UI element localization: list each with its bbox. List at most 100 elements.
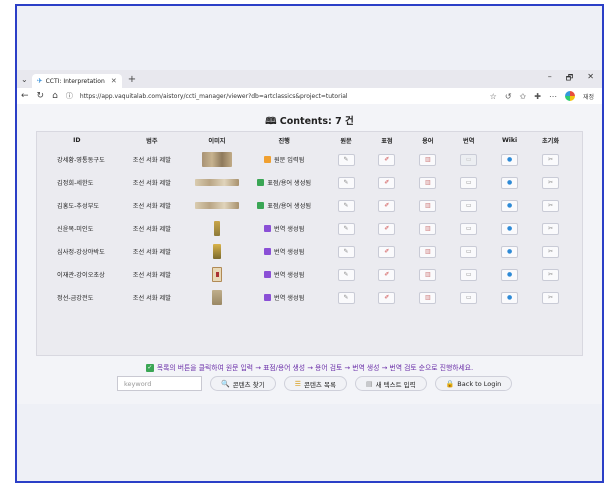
original-cell: ✎	[326, 171, 367, 194]
wiki-globe-button[interactable]: ●	[501, 176, 519, 189]
address-bar[interactable]: https://app.vaquitalab.com/aistory/ccti_…	[80, 93, 348, 100]
wiki-globe-button[interactable]: ●	[501, 268, 519, 281]
original-text-button[interactable]: ✎	[337, 153, 355, 166]
reload-icon[interactable]: ↻	[33, 91, 49, 101]
reset-scissors-button[interactable]: ✂	[542, 176, 560, 189]
translation-button[interactable]: ▭	[460, 268, 478, 281]
wiki-cell: ●	[489, 263, 530, 286]
contents-list-label: 콘텐츠 목록	[303, 380, 336, 389]
magnifier-icon: 🔍	[221, 379, 230, 388]
extensions-icon[interactable]: ✚	[534, 92, 541, 101]
terms-cell: ▥	[407, 148, 448, 171]
punctuation-button[interactable]: ✐	[378, 153, 396, 166]
punctuation-button[interactable]: ✐	[378, 222, 396, 235]
wiki-globe-button[interactable]: ●	[501, 199, 519, 212]
wiki-globe-button[interactable]: ●	[501, 291, 519, 304]
row-category: 조선 서화 제발	[132, 226, 171, 233]
book-icon: 🕮	[265, 116, 277, 127]
profile-avatar-icon[interactable]	[564, 91, 575, 101]
terms-button[interactable]: ▥	[419, 245, 437, 258]
wiki-cell: ●	[489, 171, 530, 194]
favorites-list-icon[interactable]: ✩	[520, 92, 527, 101]
translation-cell: ▭	[448, 286, 489, 309]
table-row: 김홍도-추성부도 조선 서화 제발 표점/용어 생성됨 ✎ ✐ ▥ ▭ ● ✂	[41, 194, 571, 217]
tab-list-chevron-icon[interactable]: ⌄	[17, 75, 32, 84]
row-stage-cell: 번역 생성됨	[243, 240, 326, 263]
favorite-star-icon[interactable]: ☆	[490, 92, 497, 101]
original-cell: ✎	[326, 148, 367, 171]
close-window-icon[interactable]: ✕	[587, 72, 594, 86]
artwork-thumbnail[interactable]	[211, 267, 222, 282]
new-text-button[interactable]: ▤ 새 텍스트 입력	[354, 376, 427, 391]
refresh-sync-icon[interactable]: ↺	[505, 92, 512, 101]
artwork-thumbnail[interactable]	[213, 221, 220, 236]
translation-button[interactable]: ▭	[460, 199, 478, 212]
restore-icon[interactable]: 🗗	[566, 72, 574, 86]
reset-scissors-button[interactable]: ✂	[542, 153, 560, 166]
reset-cell: ✂	[530, 286, 571, 309]
translation-button[interactable]: ▭	[460, 176, 478, 189]
terms-button[interactable]: ▥	[419, 268, 437, 281]
translation-button[interactable]: ▭	[460, 153, 478, 166]
artwork-thumbnail[interactable]	[211, 290, 222, 305]
reset-scissors-button[interactable]: ✂	[542, 291, 560, 304]
artwork-thumbnail[interactable]	[212, 244, 221, 259]
keyword-search-input[interactable]	[117, 376, 202, 391]
back-arrow-icon[interactable]: ←	[17, 91, 33, 101]
original-text-button[interactable]: ✎	[337, 176, 355, 189]
punctuation-button[interactable]: ✐	[378, 176, 396, 189]
translation-button[interactable]: ▭	[460, 245, 478, 258]
row-category: 조선 서화 제발	[132, 249, 171, 256]
terms-button[interactable]: ▥	[419, 222, 437, 235]
reset-scissors-button[interactable]: ✂	[542, 222, 560, 235]
terms-button[interactable]: ▥	[419, 176, 437, 189]
wiki-globe-button[interactable]: ●	[501, 245, 519, 258]
table-row: 이재관-강이오초상 조선 서화 제발 번역 생성됨 ✎ ✐ ▥ ▭ ● ✂	[41, 263, 571, 286]
col-header-id: ID	[73, 137, 81, 144]
punctuation-button[interactable]: ✐	[378, 291, 396, 304]
translation-button[interactable]: ▭	[460, 222, 478, 235]
find-contents-button[interactable]: 🔍 콘텐츠 찾기	[210, 376, 276, 391]
new-tab-plus-icon[interactable]: +	[128, 74, 136, 85]
terms-button[interactable]: ▥	[419, 291, 437, 304]
home-icon[interactable]: ⌂	[48, 91, 62, 101]
site-info-icon[interactable]: ⓘ	[62, 91, 77, 101]
original-cell: ✎	[326, 263, 367, 286]
reset-scissors-button[interactable]: ✂	[542, 245, 560, 258]
artwork-thumbnail[interactable]	[201, 152, 232, 167]
artwork-thumbnail[interactable]	[194, 178, 239, 186]
row-category: 조선 서화 제발	[132, 272, 171, 279]
contents-list-button[interactable]: ☰ 콘텐츠 목록	[283, 376, 347, 391]
row-image-cell	[191, 263, 243, 286]
reset-scissors-button[interactable]: ✂	[542, 199, 560, 212]
reset-scissors-button[interactable]: ✂	[542, 268, 560, 281]
wiki-globe-button[interactable]: ●	[501, 153, 519, 166]
terms-button[interactable]: ▥	[419, 199, 437, 212]
more-menu-icon[interactable]: ⋯	[549, 92, 557, 101]
translation-button[interactable]: ▭	[460, 291, 478, 304]
stage-color-swatch	[263, 247, 271, 255]
stage-color-swatch	[263, 155, 271, 163]
punctuation-button[interactable]: ✐	[378, 245, 396, 258]
original-text-button[interactable]: ✎	[337, 199, 355, 212]
terms-cell: ▥	[407, 240, 448, 263]
punctuation-button[interactable]: ✐	[378, 268, 396, 281]
browser-tab[interactable]: ✈ CCTI: Interpretation Manager ✕	[31, 74, 122, 88]
terms-button[interactable]: ▥	[419, 153, 437, 166]
original-text-button[interactable]: ✎	[337, 291, 355, 304]
wiki-globe-button[interactable]: ●	[501, 222, 519, 235]
new-text-label: 새 텍스트 입력	[375, 380, 416, 389]
artwork-thumbnail[interactable]	[194, 201, 239, 209]
original-cell: ✎	[326, 194, 367, 217]
translation-cell: ▭	[448, 240, 489, 263]
back-to-login-button[interactable]: 🔒 Back to Login	[434, 376, 513, 391]
original-text-button[interactable]: ✎	[337, 245, 355, 258]
find-contents-label: 콘텐츠 찾기	[232, 380, 265, 389]
original-text-button[interactable]: ✎	[337, 222, 355, 235]
punctuation-button[interactable]: ✐	[378, 199, 396, 212]
tab-close-icon[interactable]: ✕	[111, 77, 117, 85]
stage-color-swatch	[263, 224, 271, 232]
minimize-icon[interactable]: –	[548, 72, 552, 86]
original-text-button[interactable]: ✎	[337, 268, 355, 281]
document-icon: ▤	[365, 379, 373, 388]
